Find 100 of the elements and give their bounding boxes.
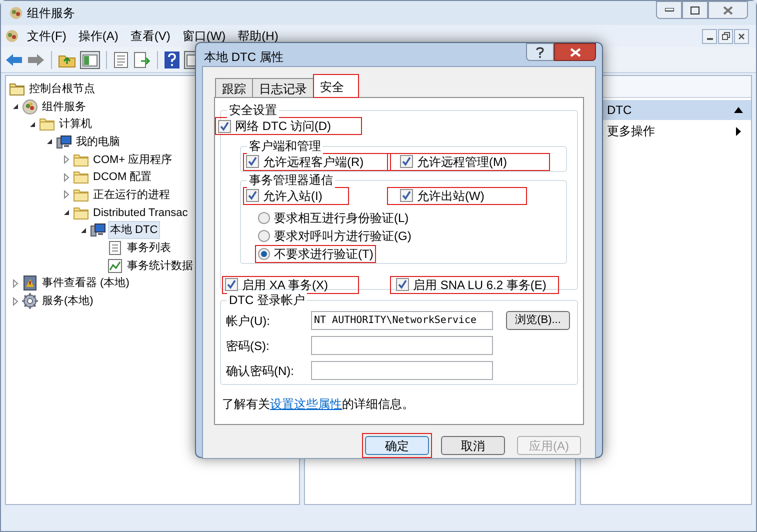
tree-item[interactable]: 事务统计数据 — [125, 256, 195, 275]
checkbox[interactable] — [400, 155, 413, 168]
folder-icon — [73, 152, 89, 168]
checkbox-label: 允许入站(I) — [263, 188, 322, 204]
input-field[interactable] — [311, 336, 493, 355]
radio-button[interactable] — [258, 212, 270, 224]
checkbox[interactable] — [246, 155, 259, 168]
expanded-arrow-icon[interactable] — [28, 120, 37, 129]
checkbox-label: 允许出站(W) — [417, 188, 484, 204]
document-icon — [107, 240, 123, 256]
tree-item[interactable]: 控制台根节点 — [27, 80, 97, 98]
collapsed-arrow-icon[interactable] — [62, 172, 71, 182]
tree-item[interactable]: COM+ 应用程序 — [91, 150, 174, 169]
tree-item[interactable]: 正在运行的进程 — [91, 186, 172, 204]
tree-item[interactable]: 组件服务 — [40, 98, 88, 116]
computer-icon — [56, 134, 72, 150]
folder-icon — [73, 186, 89, 203]
back-arrow-icon[interactable] — [5, 52, 23, 66]
document-icon[interactable] — [113, 50, 129, 68]
tree-item[interactable]: 我的电脑 — [74, 132, 122, 151]
radio-label: 要求相互进行身份验证(L) — [274, 210, 409, 226]
menu-item[interactable]: 操作(A) — [78, 27, 118, 45]
checkbox[interactable] — [225, 278, 238, 291]
tree-item[interactable]: 事务列表 — [125, 239, 173, 258]
help-link[interactable]: 设置这些属性 — [270, 397, 342, 411]
expanded-arrow-icon[interactable] — [79, 226, 88, 235]
collapsed-arrow-icon[interactable] — [62, 190, 71, 200]
radio-button[interactable] — [258, 230, 270, 242]
collapsed-arrow-icon[interactable] — [62, 155, 71, 164]
checkbox-label: 启用 XA 事务(X) — [242, 276, 328, 294]
tree-item[interactable]: Distributed Transac — [91, 204, 190, 222]
menu-item[interactable]: 查看(V) — [130, 27, 170, 45]
tab[interactable]: 跟踪 — [215, 78, 253, 98]
tree-item[interactable]: 事件查看器 (本地) — [40, 274, 132, 292]
dialog-button[interactable]: 确定 — [365, 436, 429, 455]
panel-icon[interactable] — [80, 50, 100, 68]
checkbox[interactable] — [400, 189, 413, 202]
group-label: DTC 登录帐户 — [227, 292, 307, 308]
maximize-button[interactable] — [682, 1, 708, 19]
minimize-icon — [664, 8, 674, 12]
input-field[interactable] — [311, 361, 493, 380]
expanded-arrow-icon[interactable] — [11, 102, 20, 112]
minimize-button[interactable] — [656, 1, 682, 19]
close-icon — [570, 48, 580, 56]
checkbox[interactable] — [396, 278, 409, 291]
tree-item[interactable]: 计算机 — [57, 115, 94, 134]
help-button[interactable] — [526, 43, 554, 61]
tab[interactable]: 安全 — [313, 74, 359, 98]
folder-icon — [73, 204, 89, 221]
computer-icon — [90, 222, 106, 238]
actions-header-title: DTC — [607, 102, 632, 119]
close-button[interactable] — [554, 43, 596, 61]
dialog-button[interactable]: 取消 — [441, 436, 505, 455]
gear-icon — [22, 293, 38, 310]
collapse-arrow-icon[interactable] — [734, 107, 743, 113]
tree-item[interactable]: 本地 DTC — [108, 221, 160, 240]
restore-icon — [722, 32, 730, 40]
minimize-button[interactable] — [702, 28, 717, 44]
window-title: 组件服务 — [27, 5, 75, 22]
folder-icon — [9, 80, 25, 97]
folder-icon — [39, 116, 55, 132]
app-icon — [5, 29, 19, 43]
minimize-icon — [706, 38, 712, 40]
field-label: 密码(S): — [226, 338, 270, 354]
help-icon[interactable] — [164, 50, 180, 68]
checkbox-label: 启用 SNA LU 6.2 事务(E) — [413, 276, 546, 294]
menu-item[interactable]: 帮助(H) — [238, 27, 278, 45]
restore-button[interactable] — [718, 28, 733, 44]
browse-button[interactable]: 浏览(B)... — [506, 311, 570, 330]
group-label: 安全设置 — [227, 102, 279, 118]
help-text: 了解有关设置这些属性的详细信息。 — [222, 396, 415, 413]
chart-icon — [107, 258, 123, 274]
checkbox-label: 网络 DTC 访问(D) — [235, 118, 331, 135]
input-field[interactable]: NT AUTHORITY\NetworkService — [311, 311, 493, 330]
radio-label: 不要求进行验证(T) — [274, 246, 374, 262]
close-icon — [738, 32, 745, 40]
tree-item[interactable]: DCOM 配置 — [91, 168, 154, 186]
menu-item[interactable]: 窗口(W) — [182, 27, 226, 45]
menu-item[interactable]: 文件(F) — [27, 27, 66, 45]
close-icon — [723, 6, 733, 14]
folder-icon — [73, 169, 89, 186]
tab[interactable]: 日志记录 — [252, 78, 314, 98]
radio-label: 要求对呼叫方进行验证(G) — [274, 228, 412, 244]
collapsed-arrow-icon[interactable] — [11, 296, 20, 306]
event-log-icon — [22, 275, 38, 292]
help-icon — [536, 46, 544, 58]
tree-item[interactable]: 服务(本地) — [40, 292, 96, 310]
group-label: 事务管理器通信 — [247, 172, 335, 188]
collapsed-arrow-icon[interactable] — [11, 278, 20, 288]
radio-button[interactable] — [258, 248, 270, 260]
checkbox[interactable] — [246, 189, 259, 202]
action-item[interactable]: 更多操作 — [607, 122, 655, 140]
checkbox[interactable] — [218, 120, 231, 132]
export-icon[interactable] — [133, 50, 151, 68]
expanded-arrow-icon[interactable] — [45, 137, 54, 146]
forward-arrow-icon[interactable] — [27, 52, 45, 66]
checkbox-label: 允许远程管理(M) — [417, 154, 507, 170]
expanded-arrow-icon[interactable] — [62, 208, 71, 218]
dialog-title: 本地 DTC 属性 — [204, 49, 284, 66]
close-button[interactable] — [734, 28, 749, 44]
